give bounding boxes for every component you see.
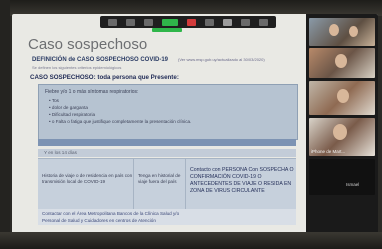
table-cell-text: Tenga en historial de viaje fuera del pa… — [138, 173, 181, 184]
monitor-bezel-bottom — [0, 232, 382, 249]
definition-heading: DEFINICIÓN de CASO SOSPECHOSO COVID-19 — [32, 57, 169, 63]
participant-face — [329, 24, 339, 36]
participant-face — [335, 54, 347, 68]
table-cell: Contacto con PERSONA Con SOSPECHA O CONF… — [186, 159, 296, 209]
slide-title: Caso sospechoso — [28, 36, 148, 53]
participants-panel: iPhone de Mart... Ismael — [306, 14, 378, 234]
criteria-table: Historia de viaje o de residencia en paí… — [38, 158, 296, 209]
end-button[interactable] — [259, 18, 269, 26]
table-cell-text: Contacto con PERSONA Con SOSPECHA O CONF… — [190, 167, 294, 194]
participant-name: Ismael — [346, 182, 360, 187]
suspect-case-heading: CASO SOSPECHOSO: toda persona que Presen… — [30, 74, 179, 81]
participant-video-tile[interactable]: iPhone de Mart... — [309, 118, 375, 156]
table-cell: Historia de viaje o de residencia en paí… — [38, 159, 134, 209]
participant-video-tile[interactable] — [309, 18, 375, 46]
record-button[interactable] — [186, 18, 196, 26]
bottom-band-line: Personal de Salud y Cuidadores en centro… — [42, 218, 156, 223]
list-item: dolor de garganta — [49, 105, 191, 112]
projected-screen: Caso sospechoso DEFINICIÓN de CASO SOSPE… — [12, 14, 378, 234]
participant-face — [349, 26, 358, 37]
participant-face — [337, 89, 349, 103]
participant-video-tile[interactable] — [309, 81, 375, 115]
criteria-note: Se definen los siguientes criterios epid… — [32, 65, 122, 70]
participant-name: iPhone de Mart... — [311, 149, 346, 154]
presentation-slide: Caso sospechoso DEFINICIÓN de CASO SOSPE… — [18, 32, 298, 232]
time-band: Y en los 14 días — [38, 149, 296, 157]
list-item: Dificultad respiratoria — [49, 112, 191, 119]
more-button[interactable] — [241, 18, 251, 26]
time-band-label: Y en los 14 días — [44, 150, 77, 155]
table-cell: Tenga en historial de viaje fuera del pa… — [134, 159, 186, 209]
criteria-box: Fiebre y/o 1 o más síntomas respiratorio… — [38, 84, 298, 140]
participants-button[interactable] — [143, 18, 153, 26]
video-button[interactable] — [125, 18, 135, 26]
source-url: (Ver www.msp.gub.uy/actualizado al 30/03… — [178, 57, 265, 62]
reactions-button[interactable] — [223, 18, 233, 26]
participant-face — [333, 124, 347, 140]
divider-band — [38, 139, 296, 146]
participant-video-tile[interactable] — [309, 159, 375, 195]
bottom-band: Contactar con el Área Metropolitana Banc… — [38, 209, 296, 225]
criteria-list: Tos dolor de garganta Dificultad respira… — [49, 98, 192, 126]
list-item: Tos — [49, 98, 191, 105]
meeting-toolbar — [100, 16, 276, 28]
chat-button[interactable] — [205, 18, 215, 26]
list-item: o Falta o fatiga que justifique completa… — [49, 119, 191, 126]
criteria-intro: Fiebre y/o 1 o más síntomas respiratorio… — [45, 89, 139, 95]
table-cell-text: Historia de viaje o de residencia en paí… — [42, 173, 133, 184]
bottom-band-line: Contactar con el Área Metropolitana Banc… — [42, 211, 180, 216]
monitor-bezel-left — [0, 0, 10, 249]
participant-video-tile[interactable] — [309, 48, 375, 78]
mute-button[interactable] — [107, 18, 117, 26]
share-screen-button[interactable] — [161, 18, 178, 26]
